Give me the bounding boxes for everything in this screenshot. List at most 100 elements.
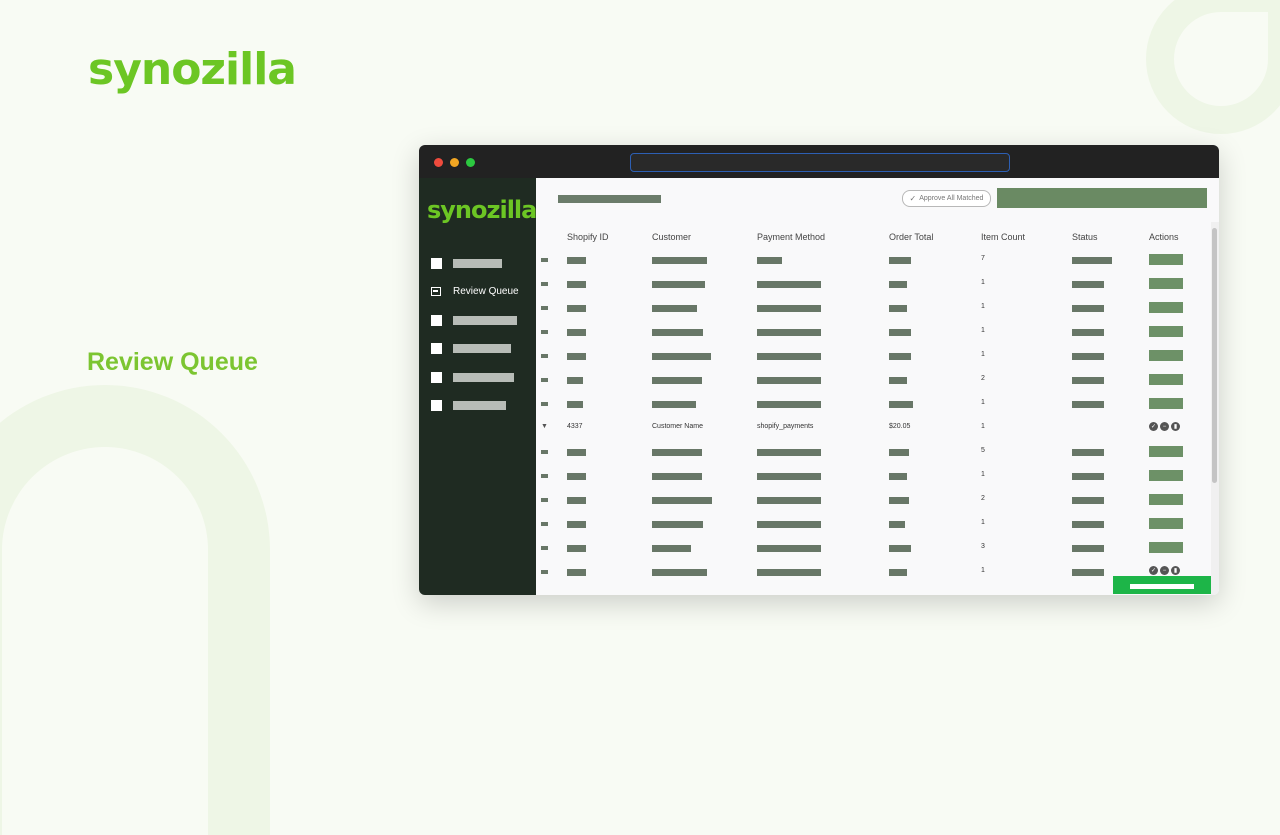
brand-logo: synozilla <box>88 44 297 95</box>
cell-payment-method <box>757 305 821 312</box>
column-header[interactable]: Shopify ID <box>567 232 609 242</box>
row-action-button[interactable] <box>1149 470 1183 481</box>
table-row-expanded[interactable]: ▼ 4337 Customer Name shopify_payments $2… <box>536 417 1211 441</box>
row-action-button[interactable] <box>1149 542 1183 553</box>
expand-toggle[interactable] <box>541 498 548 502</box>
cell-item-count: 1 <box>981 399 985 406</box>
close-window-button[interactable] <box>434 158 443 167</box>
column-header[interactable]: Item Count <box>981 232 1025 242</box>
expand-toggle[interactable] <box>541 354 548 358</box>
vertical-scrollbar[interactable] <box>1211 222 1219 595</box>
address-bar[interactable] <box>630 153 1010 172</box>
expand-toggle[interactable] <box>541 450 548 454</box>
table-row[interactable]: 5 <box>536 441 1211 465</box>
expand-toggle[interactable] <box>541 570 548 574</box>
row-action-button[interactable] <box>1149 446 1183 457</box>
cell-item-count: 1 <box>981 423 985 430</box>
expand-toggle[interactable] <box>541 378 548 382</box>
table-row[interactable]: 1 <box>536 393 1211 417</box>
primary-action-button[interactable] <box>997 188 1207 208</box>
row-action-button[interactable] <box>1149 398 1183 409</box>
row-action-button[interactable] <box>1149 518 1183 529</box>
cell-item-count: 1 <box>981 567 985 574</box>
cell-payment-method: shopify_payments <box>757 423 814 430</box>
expand-toggle[interactable] <box>541 522 548 526</box>
trash-icon[interactable]: ▮ <box>1171 566 1180 575</box>
column-header[interactable]: Payment Method <box>757 232 825 242</box>
scrollbar-thumb[interactable] <box>1212 228 1217 483</box>
decorative-drop <box>1146 0 1280 134</box>
minimize-window-button[interactable] <box>450 158 459 167</box>
sidebar-item-3[interactable] <box>431 313 517 327</box>
cell-shopify-id <box>567 329 586 336</box>
cell-payment-method <box>757 545 821 552</box>
expand-toggle[interactable] <box>541 306 548 310</box>
row-action-button[interactable] <box>1149 494 1183 505</box>
maximize-window-button[interactable] <box>466 158 475 167</box>
row-action-button[interactable] <box>1149 326 1183 337</box>
expand-toggle[interactable] <box>541 330 548 334</box>
table-row[interactable]: 3 <box>536 537 1211 561</box>
approve-all-label: Approve All Matched <box>919 195 984 202</box>
sidebar-item-5[interactable] <box>431 370 514 384</box>
column-header[interactable]: Customer <box>652 232 691 242</box>
expand-toggle[interactable] <box>541 474 548 478</box>
table-row[interactable]: 2 <box>536 369 1211 393</box>
table-row[interactable]: 1 <box>536 513 1211 537</box>
cell-status <box>1072 305 1104 312</box>
sidebar-item-icon <box>431 342 442 354</box>
sidebar-item-review-queue[interactable]: Review Queue <box>431 284 519 298</box>
cell-shopify-id <box>567 257 586 264</box>
approve-all-matched-button[interactable]: ✓ Approve All Matched <box>902 190 991 207</box>
cell-payment-method <box>757 257 782 264</box>
column-header[interactable]: Status <box>1072 232 1098 242</box>
cell-status <box>1072 449 1104 456</box>
app-window: synozilla Review Queue ✓ Approve All Mat… <box>419 145 1219 595</box>
cell-customer <box>652 401 696 408</box>
table-row[interactable]: 1 ✓ − ▮ <box>536 561 1211 585</box>
check-icon[interactable]: ✓ <box>1149 422 1158 431</box>
cell-order-total <box>889 569 907 576</box>
floating-action-button[interactable] <box>1113 576 1211 594</box>
table-row[interactable]: 1 <box>536 273 1211 297</box>
cell-status <box>1072 473 1104 480</box>
minus-icon[interactable]: − <box>1160 422 1169 431</box>
table-row[interactable]: 1 <box>536 345 1211 369</box>
row-action-button[interactable] <box>1149 302 1183 313</box>
cell-shopify-id <box>567 401 583 408</box>
expand-toggle[interactable] <box>541 282 548 286</box>
row-action-button[interactable] <box>1149 350 1183 361</box>
row-action-button[interactable] <box>1149 278 1183 289</box>
table-row[interactable]: 1 <box>536 465 1211 489</box>
row-action-button[interactable] <box>1149 374 1183 385</box>
sidebar: synozilla Review Queue <box>419 178 537 595</box>
column-header[interactable]: Order Total <box>889 232 933 242</box>
cell-order-total <box>889 281 907 288</box>
expand-toggle[interactable] <box>541 546 548 550</box>
column-header[interactable]: Actions <box>1149 232 1179 242</box>
cell-status <box>1072 377 1104 384</box>
sidebar-item-6[interactable] <box>431 398 506 412</box>
sidebar-item-label <box>453 258 502 268</box>
sidebar-item-4[interactable] <box>431 341 511 355</box>
sidebar-item-icon <box>431 257 442 269</box>
minus-icon[interactable]: − <box>1160 566 1169 575</box>
sidebar-item-icon <box>431 399 442 411</box>
cell-shopify-id <box>567 449 586 456</box>
table-row[interactable]: 2 <box>536 489 1211 513</box>
cell-payment-method <box>757 377 821 384</box>
cell-order-total <box>889 257 911 264</box>
cell-order-total <box>889 497 909 504</box>
cell-order-total <box>889 545 911 552</box>
trash-icon[interactable]: ▮ <box>1171 422 1180 431</box>
table-row[interactable]: 1 <box>536 297 1211 321</box>
expand-toggle[interactable] <box>541 402 548 406</box>
sidebar-item-1[interactable] <box>431 256 502 270</box>
cell-item-count: 2 <box>981 495 985 502</box>
table-row[interactable]: 1 <box>536 321 1211 345</box>
row-action-button[interactable] <box>1149 254 1183 265</box>
table-row[interactable]: 7 <box>536 249 1211 273</box>
chevron-down-icon[interactable]: ▼ <box>541 423 548 430</box>
expand-toggle[interactable] <box>541 258 548 262</box>
check-icon[interactable]: ✓ <box>1149 566 1158 575</box>
